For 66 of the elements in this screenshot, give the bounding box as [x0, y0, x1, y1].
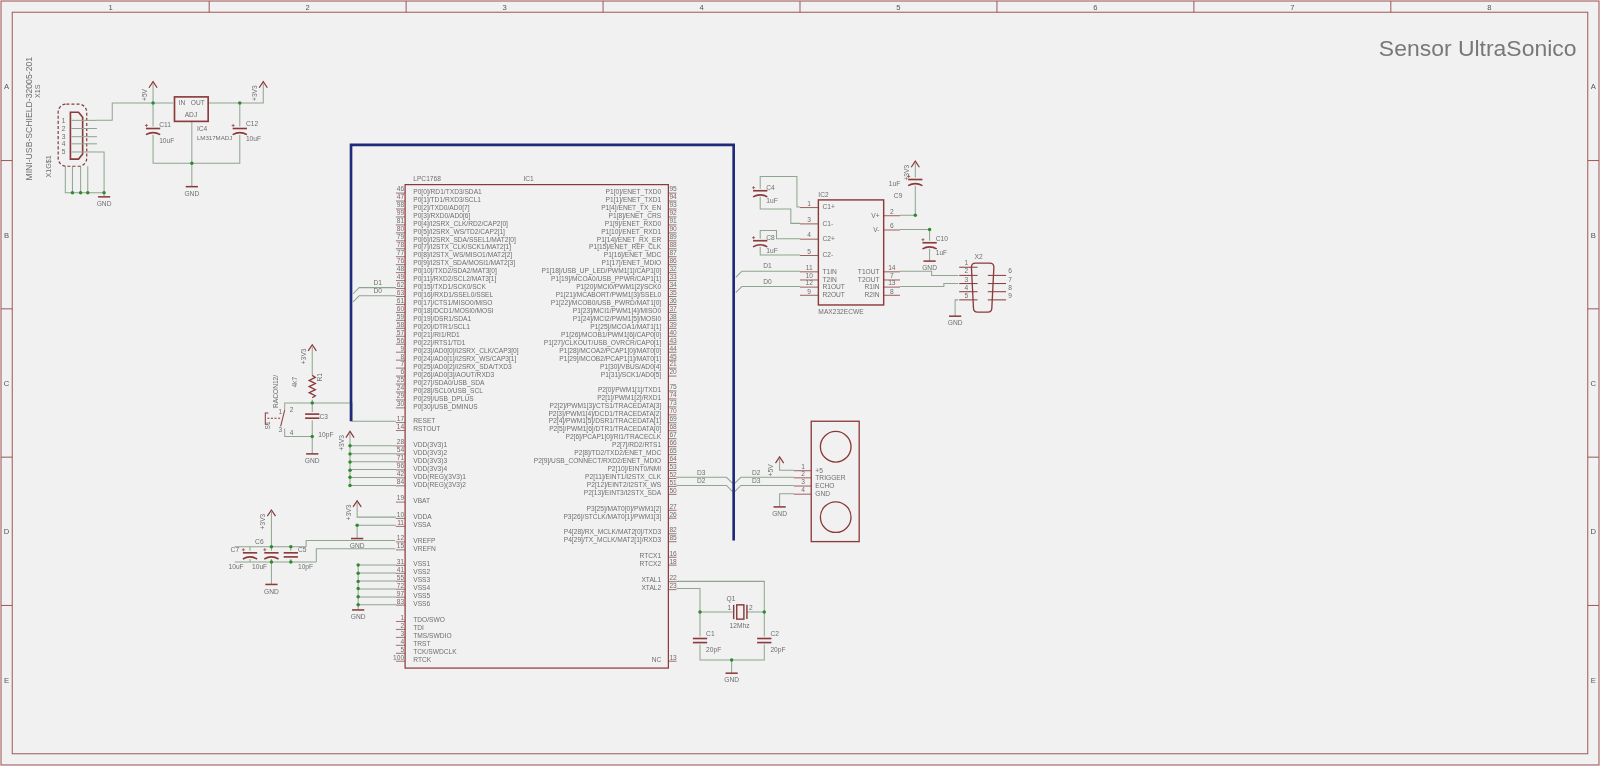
pin-line [958, 299, 979, 301]
junction-dot [356, 579, 360, 584]
junction-dot [348, 483, 352, 488]
pin-line [987, 299, 1007, 301]
push-button-switch-symbol [264, 409, 286, 427]
crystal-symbol [732, 604, 748, 620]
wire [899, 229, 931, 242]
junction-dot [86, 191, 90, 195]
wire [759, 230, 801, 240]
ground-symbol [350, 537, 365, 540]
junction-dot [102, 191, 106, 195]
junction-dot [356, 586, 360, 591]
wire [311, 346, 313, 376]
ground-symbol [184, 185, 199, 188]
part-label: MINI-USB-SCHIELD-32005-201 [23, 56, 34, 181]
junction-dot [356, 594, 360, 599]
pin-line [958, 266, 979, 268]
junction-dot [355, 523, 359, 527]
wire [899, 283, 959, 288]
wire [779, 458, 795, 471]
junction-dot [289, 544, 293, 549]
wire [899, 270, 959, 276]
junction-dot [310, 401, 314, 405]
junction-dot [356, 571, 360, 575]
component-label: X1G$1 [45, 155, 53, 178]
junction-dot [238, 101, 242, 105]
junction-dot [698, 610, 702, 614]
junction-dot [310, 434, 314, 439]
resistor-symbol [307, 374, 317, 399]
junction-dot [348, 452, 352, 456]
junction-dot [762, 610, 766, 614]
sheet-title: Sensor UltraSonico [1378, 35, 1577, 62]
wire [914, 162, 916, 178]
junction-dot [78, 191, 83, 195]
junction-dot [190, 161, 194, 165]
junction-dot [70, 191, 75, 195]
regulator-symbol [173, 96, 209, 123]
usb-connector-symbol [57, 103, 98, 167]
junction-dot [348, 460, 352, 464]
wire [954, 299, 959, 317]
pin-line [987, 291, 1007, 293]
junction-dot [348, 468, 352, 472]
pin-line [958, 274, 979, 276]
junction-dot [151, 101, 155, 105]
pin-line [958, 291, 979, 293]
junction-dot [729, 658, 734, 662]
wire [759, 246, 801, 256]
sub-d-connector-symbol [970, 262, 995, 313]
junction-dot [348, 475, 352, 480]
wire [356, 502, 397, 518]
wire [759, 175, 801, 208]
junction-dot [269, 544, 274, 549]
wire [759, 196, 801, 224]
wire [735, 286, 801, 294]
wire [735, 270, 801, 278]
junction-dot [913, 213, 918, 217]
component-label: X1S [33, 84, 42, 98]
pin-line [958, 283, 979, 285]
junction-dot [348, 444, 352, 448]
junction-dot [927, 227, 932, 232]
wire [929, 248, 931, 262]
junction-dot [356, 603, 360, 607]
pin-line [987, 274, 1007, 276]
junction-dot [356, 563, 360, 567]
pin-line [987, 283, 1007, 285]
ground-symbol [264, 583, 279, 586]
